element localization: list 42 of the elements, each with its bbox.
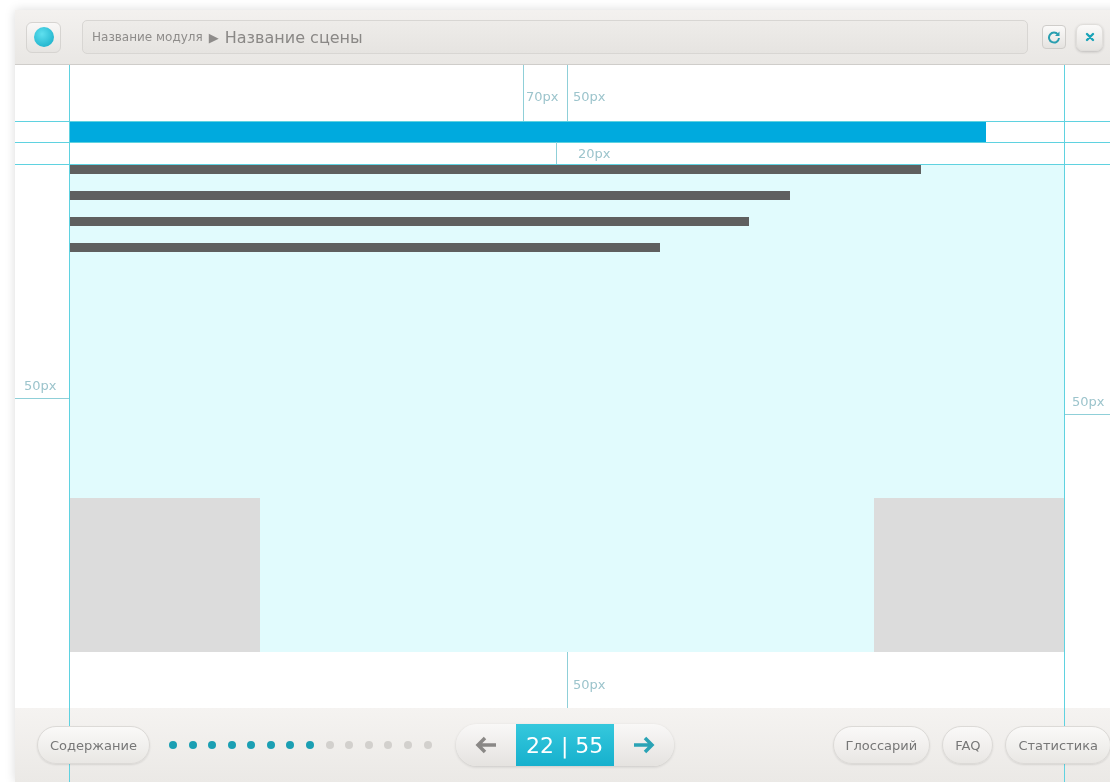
dimension-label: 20px xyxy=(578,146,611,162)
faq-button[interactable]: FAQ xyxy=(942,726,994,764)
progress-dot[interactable] xyxy=(286,741,295,749)
refresh-button[interactable] xyxy=(1042,25,1066,49)
right-arrow-icon xyxy=(631,735,656,755)
progress-dot[interactable] xyxy=(404,741,413,749)
close-button[interactable] xyxy=(1076,23,1103,51)
close-icon xyxy=(1084,32,1095,42)
left-arrow-icon xyxy=(473,735,498,755)
progress-dot[interactable] xyxy=(325,741,334,749)
progress-dot[interactable] xyxy=(227,741,236,749)
page-counter: 22 | 55 xyxy=(515,724,614,766)
progress-dot[interactable] xyxy=(345,741,354,749)
home-button[interactable] xyxy=(26,21,61,53)
progress-dot[interactable] xyxy=(266,741,275,749)
progress-dot[interactable] xyxy=(364,741,373,749)
progress-dot[interactable] xyxy=(247,741,256,749)
dimension-label: 50px xyxy=(24,378,57,394)
dimension-line xyxy=(567,652,568,708)
dimension-line xyxy=(567,65,568,121)
glossary-button[interactable]: Глоссарий xyxy=(832,726,931,764)
dimension-line xyxy=(15,398,69,399)
dimension-label: 70px xyxy=(526,89,559,105)
statistics-button[interactable]: Статистика xyxy=(1005,726,1110,764)
circle-icon xyxy=(33,27,54,47)
dimension-line xyxy=(556,142,557,164)
progress-dot[interactable] xyxy=(423,741,432,749)
dimension-line xyxy=(1064,414,1110,415)
scene-name: Название сцены xyxy=(224,27,363,47)
progress-dot[interactable] xyxy=(306,741,315,749)
progress-dot[interactable] xyxy=(168,741,177,749)
breadcrumb-separator: ▶ xyxy=(208,29,219,45)
progress-dot[interactable] xyxy=(188,741,197,749)
dimension-label: 50px xyxy=(573,677,606,693)
progress-dot[interactable] xyxy=(208,741,217,749)
refresh-icon xyxy=(1047,30,1061,44)
dimension-label: 50px xyxy=(573,89,606,105)
dimension-label: 50px xyxy=(1072,394,1105,410)
contents-button[interactable]: Содержание xyxy=(37,726,150,764)
module-name[interactable]: Название модуля xyxy=(92,30,203,44)
progress-dot[interactable] xyxy=(384,741,393,749)
dimension-line xyxy=(523,65,524,121)
